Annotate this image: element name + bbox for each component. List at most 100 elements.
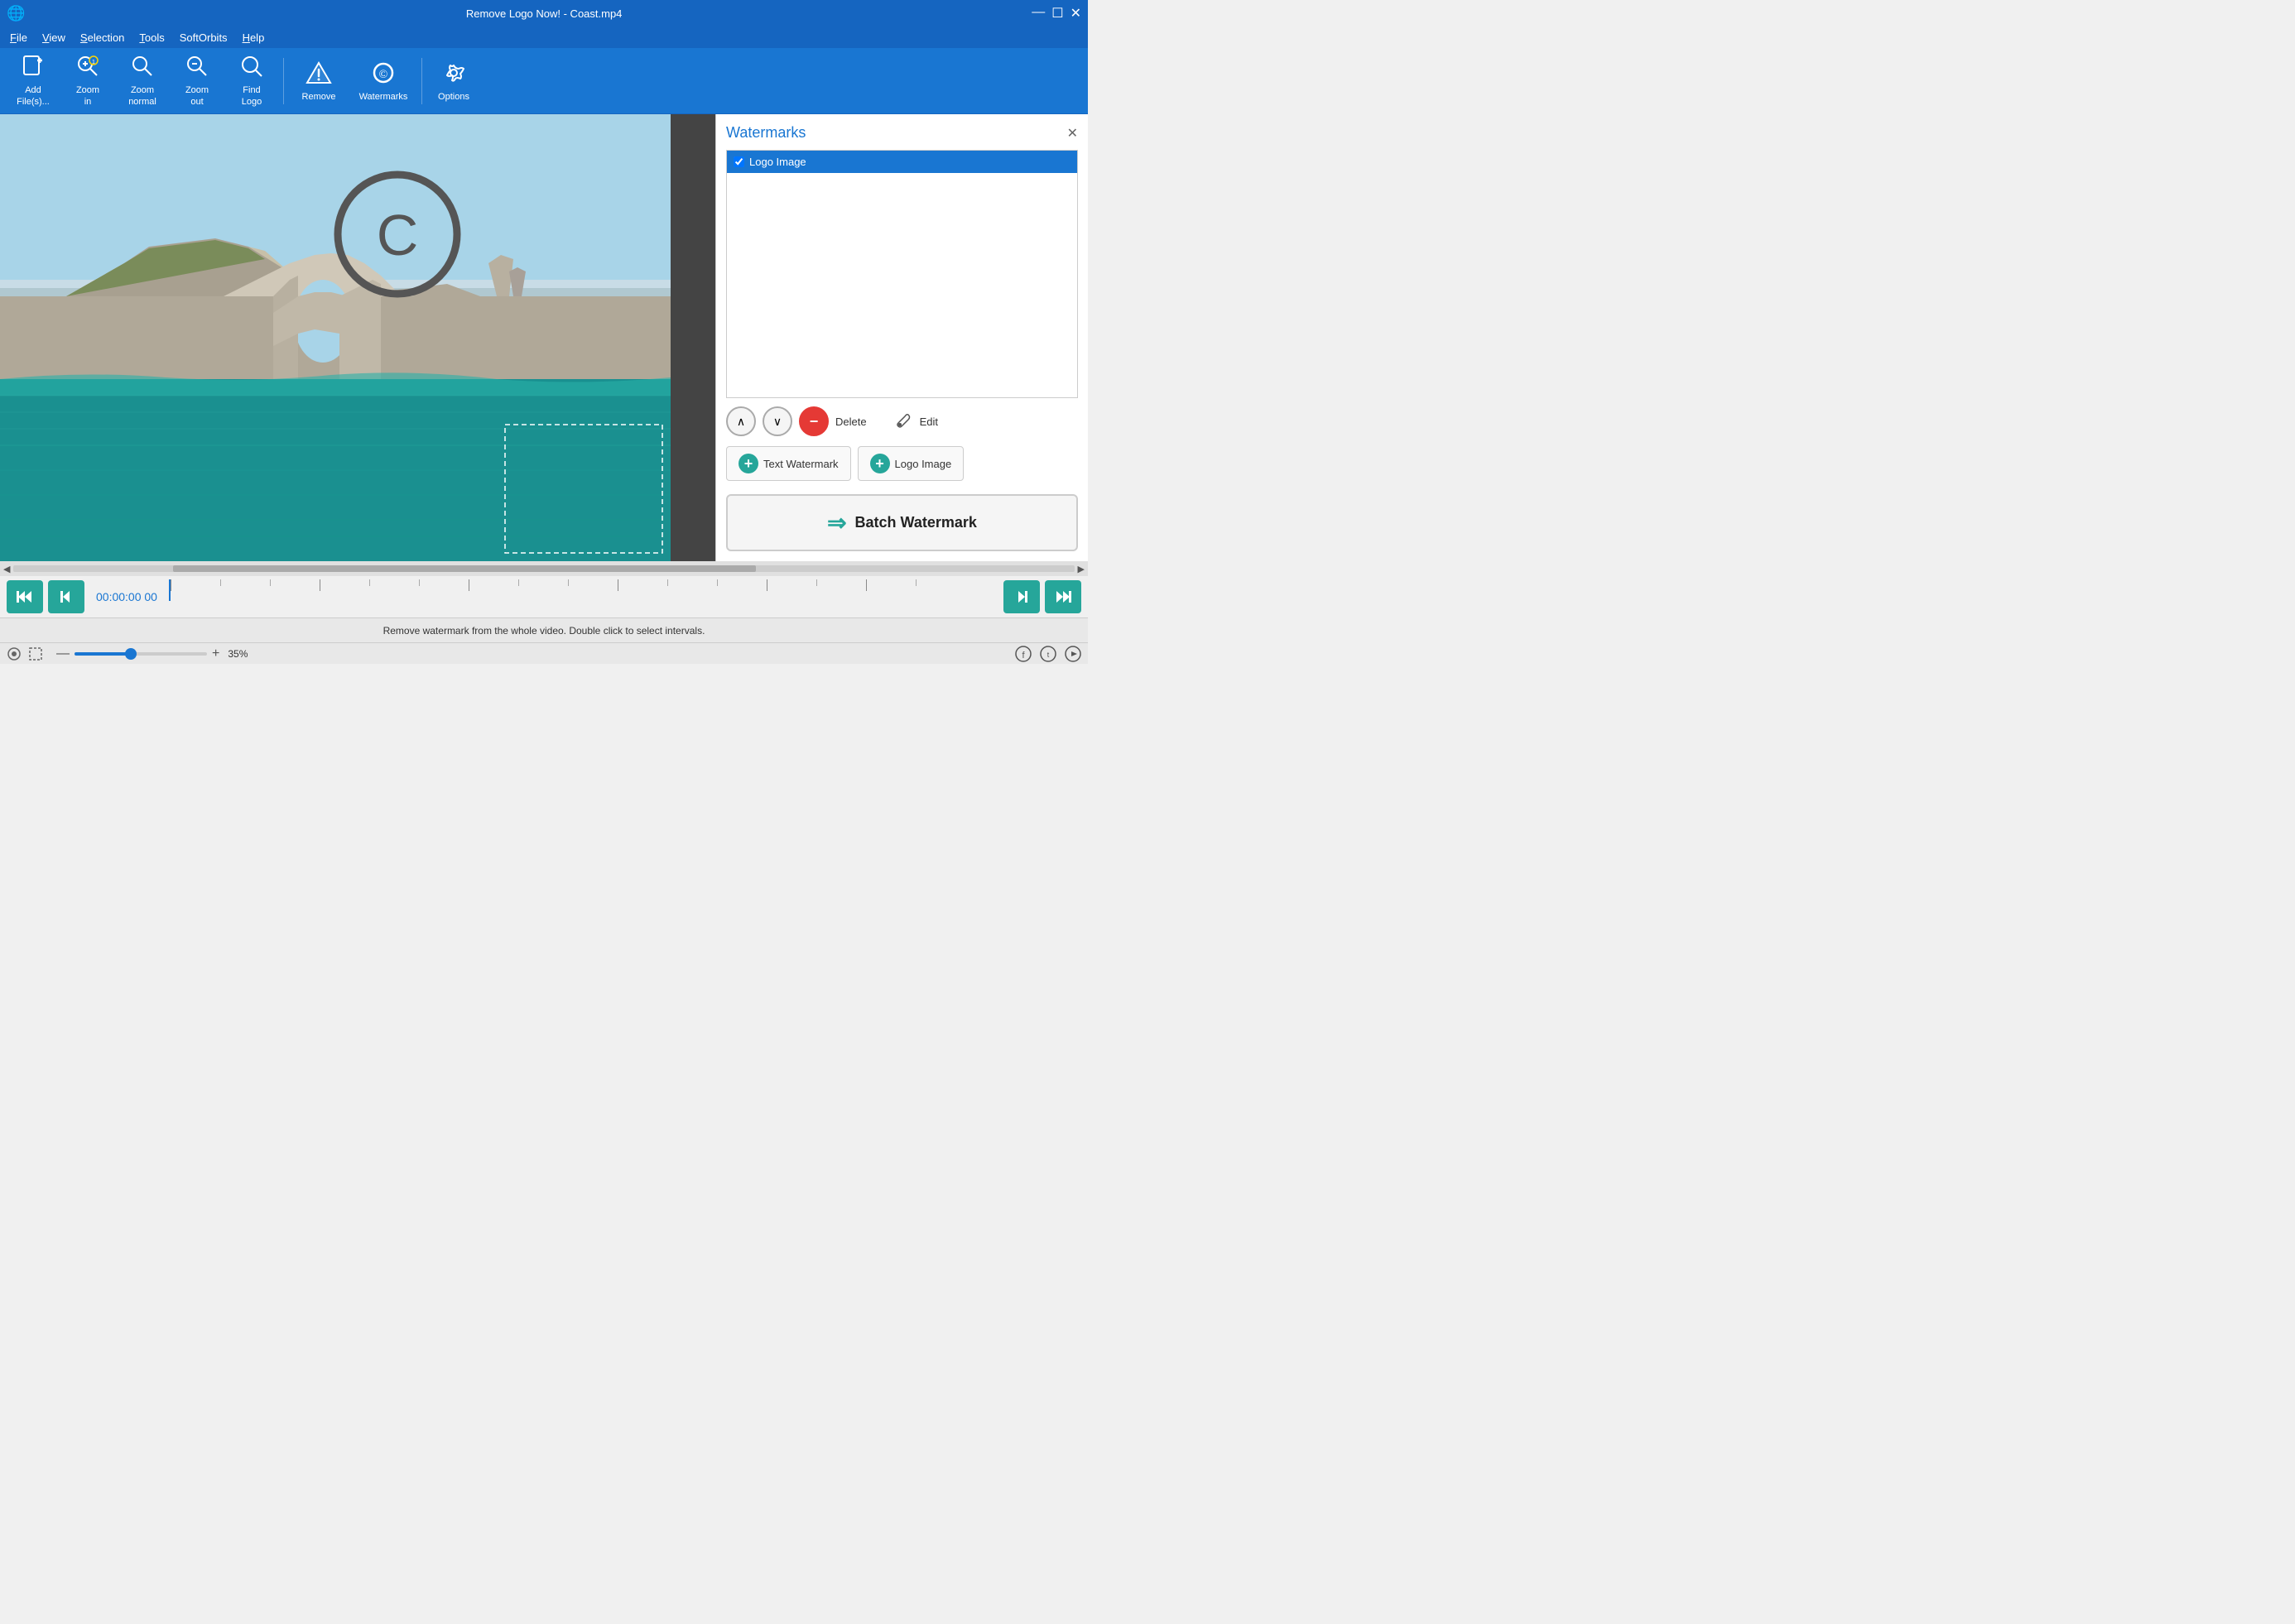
ruler-tick (816, 579, 866, 586)
delete-text-button[interactable]: Delete (835, 416, 867, 428)
youtube-icon[interactable] (1065, 646, 1081, 662)
scroll-right-arrow[interactable]: ▶ (1078, 564, 1085, 574)
watermarks-header: Watermarks ✕ (726, 124, 1078, 142)
status-message-bar: Remove watermark from the whole video. D… (0, 617, 1088, 642)
add-logo-image-button[interactable]: + Logo Image (858, 446, 965, 481)
zoom-out-label: Zoomout (185, 85, 209, 107)
ruler-tick (667, 579, 717, 586)
zoom-in-button[interactable]: 1 Zoomin (61, 51, 114, 111)
add-text-watermark-label: Text Watermark (763, 458, 839, 470)
toolbar-separator-1 (283, 58, 284, 104)
watermarks-close-button[interactable]: ✕ (1067, 125, 1078, 142)
add-text-plus-icon: + (739, 454, 758, 473)
zoom-slider-thumb[interactable] (125, 648, 137, 660)
toolbar-separator-2 (421, 58, 422, 104)
zoom-percent: 35% (228, 648, 248, 660)
add-buttons-row: + Text Watermark + Logo Image (726, 446, 1078, 481)
add-text-watermark-button[interactable]: + Text Watermark (726, 446, 851, 481)
add-files-button[interactable]: AddFile(s)... (7, 51, 60, 111)
svg-text:C: C (377, 203, 419, 267)
menu-tools[interactable]: Tools (132, 30, 171, 46)
ruler-tick (866, 579, 916, 591)
zoom-slider-fill (75, 652, 128, 656)
ruler-tick (469, 579, 518, 591)
scroll-left-arrow[interactable]: ◀ (3, 564, 10, 574)
close-button[interactable]: ✕ (1071, 5, 1081, 22)
zoom-minus-button[interactable]: — (56, 646, 70, 661)
find-logo-icon (239, 54, 264, 82)
options-button[interactable]: Options (427, 51, 480, 111)
chevron-up-icon: ∧ (737, 415, 745, 429)
ruler-tick (171, 579, 220, 591)
zoom-normal-label: Zoomnormal (128, 85, 156, 107)
watermarks-panel: Watermarks ✕ Logo Image ∧ ∨ − Delete (715, 114, 1088, 561)
timeline-controls: 00:00:00 00 (0, 576, 1088, 617)
watermarks-button[interactable]: © Watermarks (350, 51, 416, 111)
add-files-icon (21, 54, 46, 82)
menu-file[interactable]: File (3, 30, 34, 46)
move-down-button[interactable]: ∨ (763, 406, 792, 436)
zoom-normal-button[interactable]: Zoomnormal (116, 51, 169, 111)
remove-label: Remove (302, 92, 336, 102)
ruler-tick (419, 579, 469, 586)
ruler-tick (220, 579, 270, 586)
find-logo-button[interactable]: FindLogo (225, 51, 278, 111)
move-up-button[interactable]: ∧ (726, 406, 756, 436)
zoom-plus-button[interactable]: + (212, 646, 219, 661)
add-logo-plus-icon: + (870, 454, 890, 473)
step-forward-button[interactable] (1003, 580, 1040, 613)
video-frame: C (0, 114, 671, 561)
title-bar: 🌐 Remove Logo Now! - Coast.mp4 — ☐ ✕ (0, 0, 1088, 26)
timeline-ruler (169, 576, 992, 617)
watermark-item-checkbox[interactable] (734, 156, 744, 167)
batch-arrow-icon: ⇒ (827, 509, 846, 536)
svg-text:t: t (1047, 651, 1050, 659)
video-area: C (0, 114, 715, 561)
minimize-button[interactable]: — (1032, 5, 1045, 22)
controls-row: ∧ ∨ − Delete Edit (726, 406, 1078, 436)
scroll-thumb[interactable] (173, 565, 757, 572)
ruler-tick (518, 579, 568, 586)
twitter-icon[interactable]: t (1040, 646, 1056, 662)
delete-button[interactable]: − (799, 406, 829, 436)
time-display: 00:00:00 00 (96, 590, 157, 603)
window-title: Remove Logo Now! - Coast.mp4 (56, 7, 1032, 20)
main-area: C Watermarks ✕ Logo Image ∧ ∨ − (0, 114, 1088, 561)
edit-label: Edit (920, 416, 938, 428)
timeline-area: 00:00:00 00 (0, 576, 1088, 642)
horizontal-scrollbar[interactable]: ◀ ▶ (0, 561, 1088, 576)
fast-forward-button[interactable] (1045, 580, 1081, 613)
add-logo-image-label: Logo Image (895, 458, 952, 470)
menu-help[interactable]: Help (236, 30, 272, 46)
zoom-normal-icon (130, 54, 155, 82)
menu-view[interactable]: View (36, 30, 72, 46)
ruler-tick (717, 579, 767, 586)
zoom-slider[interactable] (75, 652, 207, 656)
zoom-out-button[interactable]: Zoomout (171, 51, 224, 111)
batch-watermark-button[interactable]: ⇒ Batch Watermark (726, 494, 1078, 551)
edit-button[interactable]: Edit (920, 416, 938, 428)
options-label: Options (438, 92, 469, 102)
step-back-button[interactable] (48, 580, 84, 613)
watermarks-list: Logo Image (726, 150, 1078, 398)
ruler-tick (270, 579, 320, 586)
zoom-in-icon: 1 (75, 54, 100, 82)
menu-selection[interactable]: Selection (74, 30, 131, 46)
watermarks-icon: © (369, 60, 397, 89)
ruler-tick (369, 579, 419, 586)
options-icon (441, 60, 466, 89)
facebook-icon[interactable]: f (1015, 646, 1032, 662)
selection-view-icon[interactable] (28, 646, 43, 661)
remove-icon (305, 60, 333, 89)
watermark-item-label: Logo Image (749, 156, 806, 168)
watermarks-title: Watermarks (726, 124, 806, 142)
toolbar: AddFile(s)... 1 Zoomin Zoomnormal (0, 48, 1088, 114)
fit-view-icon[interactable] (7, 646, 22, 661)
svg-text:©: © (379, 69, 388, 81)
menu-softorbits[interactable]: SoftOrbits (173, 30, 234, 46)
remove-button[interactable]: Remove (289, 51, 349, 111)
watermark-item-logo[interactable]: Logo Image (727, 151, 1077, 173)
rewind-start-button[interactable] (7, 580, 43, 613)
maximize-button[interactable]: ☐ (1051, 5, 1063, 22)
ruler-tick (618, 579, 667, 591)
